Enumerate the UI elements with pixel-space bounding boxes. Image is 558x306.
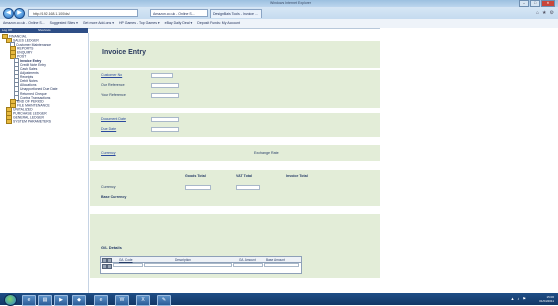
folder-icon bbox=[6, 119, 12, 124]
gl-amount-input[interactable] bbox=[233, 263, 263, 267]
network-icon[interactable]: ▲ bbox=[510, 296, 514, 301]
goods-total-field bbox=[185, 185, 211, 190]
media-taskbar-icon[interactable]: ▶ bbox=[54, 294, 68, 306]
currency-panel bbox=[90, 145, 380, 161]
minimize-button[interactable]: – bbox=[519, 0, 529, 7]
app-taskbar-icon[interactable]: ◆ bbox=[72, 294, 86, 306]
customer-no-input[interactable] bbox=[151, 73, 173, 78]
tree-item[interactable]: SYSTEM PARAMETERS bbox=[6, 119, 51, 124]
clock-date: 01/04/2011 bbox=[539, 298, 554, 303]
totals-panel bbox=[90, 170, 380, 206]
navigation-tree: FINANCIAL SALES LEDGER Customer Maintena… bbox=[0, 33, 89, 293]
exchange-rate-label: Exchange Rate bbox=[254, 151, 279, 155]
gear-icon[interactable]: ⚙ bbox=[550, 10, 554, 16]
gl-details-title: G/L Details bbox=[101, 245, 122, 250]
window-titlebar: Windows Internet Explorer – □ ✕ bbox=[0, 0, 558, 7]
base-currency-label: Base Currency bbox=[101, 195, 127, 199]
window-controls: – □ ✕ bbox=[519, 0, 555, 7]
flag-icon[interactable]: ⚑ bbox=[522, 296, 526, 301]
navigation-bar: ◀ ▶ http://192.168.1.100/ds/ Amazon.co.u… bbox=[0, 7, 558, 19]
tab-amazon[interactable]: Amazon.co.uk - Online S... bbox=[150, 9, 208, 17]
page-title: Invoice Entry bbox=[102, 49, 146, 56]
excel-taskbar-icon[interactable]: X bbox=[136, 294, 150, 306]
base-amount-input[interactable] bbox=[264, 263, 299, 267]
favorite-link[interactable]: Get more Add-ons ▾ bbox=[83, 21, 114, 25]
favorite-link[interactable]: eBay Daily Deal ▾ bbox=[165, 21, 193, 25]
blank-area bbox=[380, 28, 558, 293]
browser-taskbar-icon[interactable]: e bbox=[94, 294, 108, 306]
column-base-amount: Base Amount bbox=[266, 257, 285, 262]
clock[interactable]: 15:06 01/04/2011 bbox=[539, 295, 554, 303]
gl-table: G/L Code Description G/L Amount Base Amo… bbox=[100, 256, 302, 274]
word-taskbar-icon[interactable]: W bbox=[115, 294, 129, 306]
tool-taskbar-icon[interactable]: ✎ bbox=[157, 294, 171, 306]
home-icon[interactable]: ⌂ bbox=[536, 10, 539, 16]
description-input[interactable] bbox=[144, 263, 232, 267]
goods-total-label: Goods Total bbox=[185, 174, 206, 178]
customer-panel bbox=[90, 70, 380, 108]
dates-panel bbox=[90, 113, 380, 137]
column-gl-code[interactable]: G/L Code bbox=[119, 258, 133, 262]
vat-total-field bbox=[236, 185, 260, 190]
column-description: Description bbox=[175, 257, 191, 262]
due-date-input[interactable] bbox=[151, 127, 179, 132]
favorite-link[interactable]: Deposit Funds: My Account bbox=[197, 21, 240, 25]
tab-designbais[interactable]: DesignBais Tools - Invoice ... bbox=[210, 9, 262, 18]
address-bar[interactable]: http://192.168.1.100/ds/ bbox=[28, 9, 138, 17]
due-date-link[interactable]: Due Date bbox=[101, 127, 116, 131]
your-reference-label: Your Reference bbox=[101, 93, 126, 97]
explorer-taskbar-icon[interactable]: e bbox=[22, 294, 36, 306]
forward-icon[interactable]: ▶ bbox=[14, 8, 25, 19]
invoice-total-label: Invoice Total bbox=[286, 174, 308, 178]
maximize-button[interactable]: □ bbox=[530, 0, 540, 7]
favorites-icon[interactable]: ★ bbox=[542, 10, 546, 16]
row-delete-icon[interactable] bbox=[107, 263, 112, 269]
browser-tools: ⌂ ★ ⚙ bbox=[536, 10, 554, 16]
vat-total-label: VAT Total bbox=[236, 174, 252, 178]
our-reference-input[interactable] bbox=[151, 83, 179, 88]
column-gl-amount: G/L Amount bbox=[239, 257, 256, 262]
currency-link[interactable]: Currency bbox=[101, 151, 116, 155]
our-reference-label: Our Reference bbox=[101, 83, 125, 87]
currency-label: Currency bbox=[101, 185, 116, 189]
favorite-link[interactable]: HP Games - Top Games ▾ bbox=[119, 21, 160, 25]
back-icon[interactable]: ◀ bbox=[3, 8, 14, 19]
volume-icon[interactable]: ♪ bbox=[517, 296, 519, 301]
window-title: Windows Internet Explorer bbox=[270, 1, 312, 5]
favorite-link[interactable]: Suggested Sites ▾ bbox=[50, 21, 78, 25]
document-date-link[interactable]: Document Date bbox=[101, 117, 126, 121]
close-button[interactable]: ✕ bbox=[541, 0, 555, 7]
delete-row-icon[interactable] bbox=[107, 257, 112, 263]
gl-code-input[interactable] bbox=[113, 263, 143, 267]
system-tray: ▲ ♪ ⚑ bbox=[510, 296, 526, 301]
your-reference-input[interactable] bbox=[151, 93, 179, 98]
document-date-input[interactable] bbox=[151, 117, 179, 122]
taskbar: e ▤ ▶ ◆ e W X ✎ ▲ ♪ ⚑ 15:06 01/04/2011 bbox=[0, 293, 558, 306]
start-button[interactable] bbox=[4, 294, 17, 306]
customer-no-link[interactable]: Customer No bbox=[101, 73, 122, 77]
favorite-link[interactable]: Amazon.co.uk - Online S... bbox=[3, 21, 45, 25]
folder-taskbar-icon[interactable]: ▤ bbox=[38, 294, 52, 306]
